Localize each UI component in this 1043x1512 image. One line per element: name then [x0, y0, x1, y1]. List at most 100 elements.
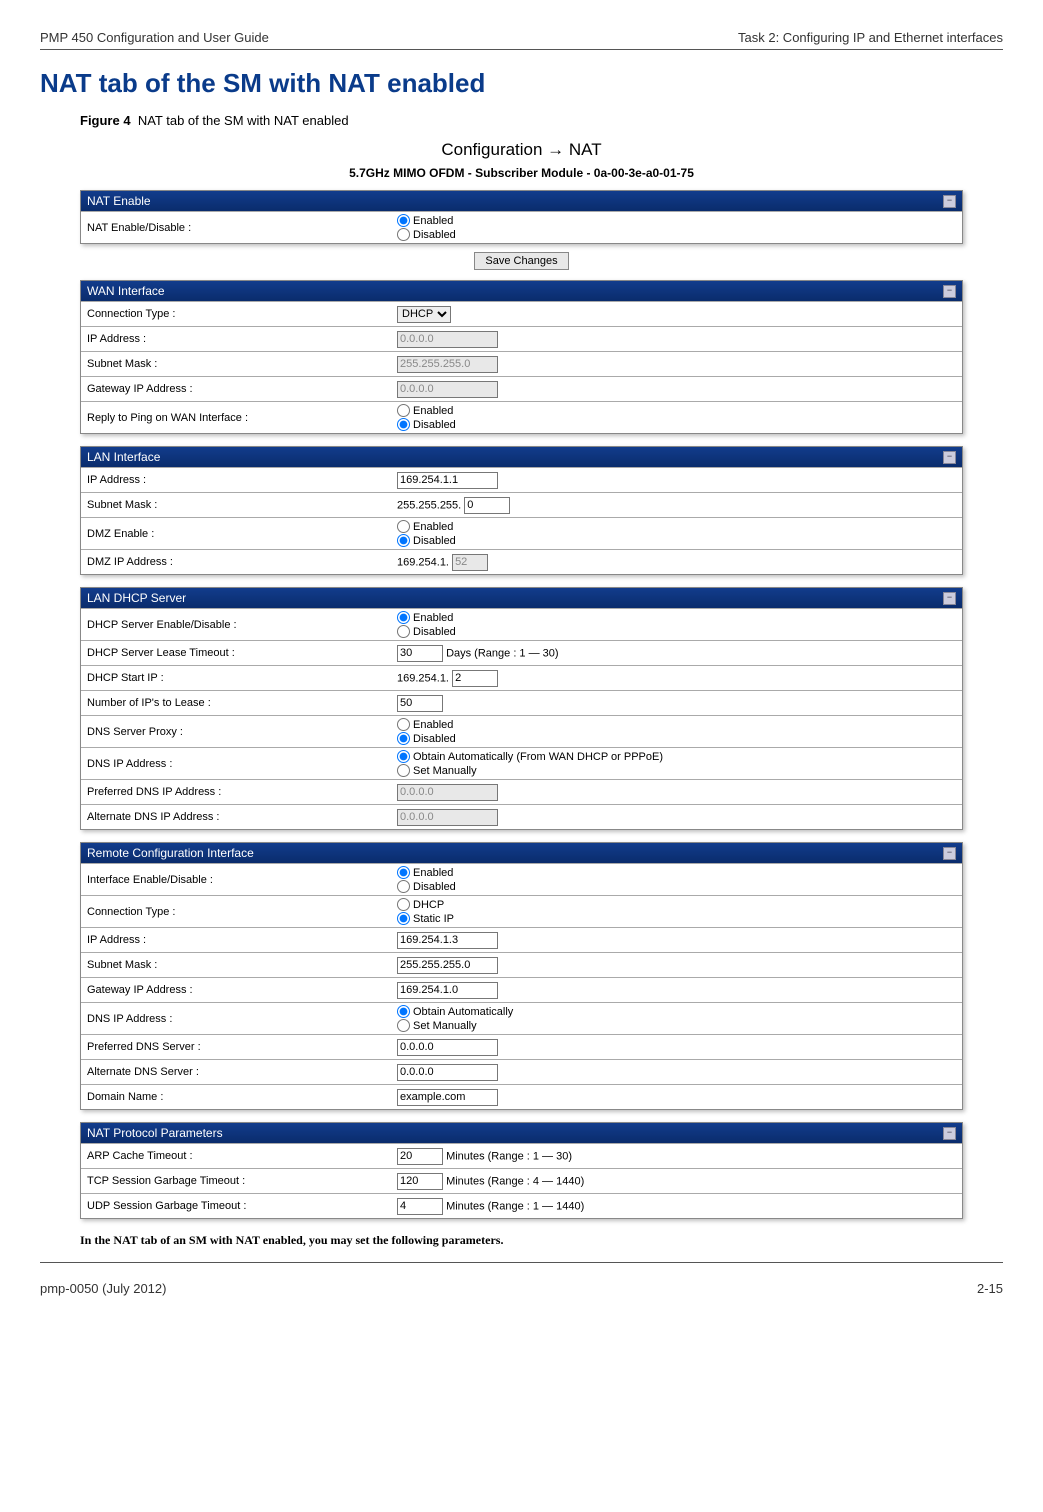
dhcp-enable-label: DHCP Server Enable/Disable :	[87, 619, 397, 631]
collapse-icon[interactable]: −	[943, 285, 956, 298]
nat-enable-label: NAT Enable/Disable :	[87, 222, 397, 234]
radio-icon[interactable]	[397, 214, 410, 227]
rci-gw-input[interactable]	[397, 982, 498, 999]
radio-icon[interactable]	[397, 625, 410, 638]
rci-enabled[interactable]: Enabled	[397, 866, 956, 879]
device-identifier: 5.7GHz MIMO OFDM - Subscriber Module - 0…	[40, 166, 1003, 180]
figure-caption-text: NAT tab of the SM with NAT enabled	[138, 113, 349, 128]
radio-icon[interactable]	[397, 520, 410, 533]
tcp-gc-label: TCP Session Garbage Timeout :	[87, 1175, 397, 1187]
dns-proxy-disabled[interactable]: Disabled	[397, 732, 956, 745]
rci-ip-input[interactable]	[397, 932, 498, 949]
dhcp-num-input[interactable]	[397, 695, 443, 712]
save-changes-button[interactable]: Save Changes	[474, 252, 568, 270]
panel-dhcp-title: LAN DHCP Server	[87, 591, 186, 605]
radio-icon[interactable]	[397, 912, 410, 925]
radio-icon[interactable]	[397, 718, 410, 731]
dmz-enable-label: DMZ Enable :	[87, 528, 397, 540]
nat-enable-disabled[interactable]: Disabled	[397, 228, 956, 241]
rci-enable-label: Interface Enable/Disable :	[87, 874, 397, 886]
radio-icon[interactable]	[397, 534, 410, 547]
dns-proxy-enabled[interactable]: Enabled	[397, 718, 956, 731]
dhcp-lease-input[interactable]	[397, 645, 443, 662]
dns-ip-label: DNS IP Address :	[87, 758, 397, 770]
radio-icon[interactable]	[397, 228, 410, 241]
radio-icon[interactable]	[397, 1005, 410, 1018]
rci-domain-label: Domain Name :	[87, 1091, 397, 1103]
radio-icon[interactable]	[397, 880, 410, 893]
udp-gc-input[interactable]	[397, 1198, 443, 1215]
collapse-icon[interactable]: −	[943, 592, 956, 605]
wan-mask-input[interactable]	[397, 356, 498, 373]
rci-dns-label: DNS IP Address :	[87, 1013, 397, 1025]
rci-pref-dns-input[interactable]	[397, 1039, 498, 1056]
radio-icon[interactable]	[397, 611, 410, 624]
rci-pref-dns-label: Preferred DNS Server :	[87, 1041, 397, 1053]
arp-timeout-label: ARP Cache Timeout :	[87, 1150, 397, 1162]
udp-gc-suffix: Minutes (Range : 1 — 1440)	[446, 1200, 584, 1212]
wan-conn-type-label: Connection Type :	[87, 308, 397, 320]
panel-rci: Remote Configuration Interface− Interfac…	[80, 842, 963, 1110]
rci-conn-label: Connection Type :	[87, 906, 397, 918]
section-heading: NAT tab of the SM with NAT enabled	[40, 68, 1003, 99]
lan-ip-label: IP Address :	[87, 474, 397, 486]
doc-title-left: PMP 450 Configuration and User Guide	[40, 30, 269, 45]
dhcp-lease-label: DHCP Server Lease Timeout :	[87, 647, 397, 659]
body-paragraph: In the NAT tab of an SM with NAT enabled…	[80, 1233, 963, 1248]
collapse-icon[interactable]: −	[943, 847, 956, 860]
radio-icon[interactable]	[397, 1019, 410, 1032]
lan-ip-input[interactable]	[397, 472, 498, 489]
radio-icon[interactable]	[397, 732, 410, 745]
dhcp-enabled[interactable]: Enabled	[397, 611, 956, 624]
dns-proxy-label: DNS Server Proxy :	[87, 726, 397, 738]
panel-nat-title: NAT Enable	[87, 194, 151, 208]
collapse-icon[interactable]: −	[943, 1127, 956, 1140]
rci-disabled[interactable]: Disabled	[397, 880, 956, 893]
arp-timeout-suffix: Minutes (Range : 1 — 30)	[446, 1150, 572, 1162]
radio-icon[interactable]	[397, 418, 410, 431]
radio-icon[interactable]	[397, 764, 410, 777]
panel-lan-title: LAN Interface	[87, 450, 160, 464]
dmz-enabled[interactable]: Enabled	[397, 520, 956, 533]
wan-ping-label: Reply to Ping on WAN Interface :	[87, 412, 397, 424]
rci-conn-static[interactable]: Static IP	[397, 912, 956, 925]
rci-dns-manual[interactable]: Set Manually	[397, 1019, 956, 1032]
wan-ping-disabled[interactable]: Disabled	[397, 418, 956, 431]
radio-icon[interactable]	[397, 750, 410, 763]
collapse-icon[interactable]: −	[943, 195, 956, 208]
rci-ip-label: IP Address :	[87, 934, 397, 946]
lan-mask-label: Subnet Mask :	[87, 499, 397, 511]
dhcp-start-octet[interactable]	[452, 670, 498, 687]
radio-icon[interactable]	[397, 866, 410, 879]
dns-obtain-auto[interactable]: Obtain Automatically (From WAN DHCP or P…	[397, 750, 956, 763]
wan-ip-input[interactable]	[397, 331, 498, 348]
wan-gw-label: Gateway IP Address :	[87, 383, 397, 395]
collapse-icon[interactable]: −	[943, 451, 956, 464]
wan-gw-input[interactable]	[397, 381, 498, 398]
nat-enable-enabled[interactable]: Enabled	[397, 214, 956, 227]
wan-ping-enabled[interactable]: Enabled	[397, 404, 956, 417]
alt-dns-input[interactable]	[397, 809, 498, 826]
panel-wan: WAN Interface− Connection Type :DHCP IP …	[80, 280, 963, 434]
arp-timeout-input[interactable]	[397, 1148, 443, 1165]
wan-conn-type-select[interactable]: DHCP	[397, 306, 451, 323]
dmz-disabled[interactable]: Disabled	[397, 534, 956, 547]
dhcp-num-label: Number of IP's to Lease :	[87, 697, 397, 709]
dhcp-disabled[interactable]: Disabled	[397, 625, 956, 638]
rci-conn-dhcp[interactable]: DHCP	[397, 898, 956, 911]
dmz-ip-octet[interactable]	[452, 554, 488, 571]
panel-proto: NAT Protocol Parameters− ARP Cache Timeo…	[80, 1122, 963, 1219]
rci-alt-dns-input[interactable]	[397, 1064, 498, 1081]
footer-right: 2-15	[977, 1281, 1003, 1296]
tcp-gc-input[interactable]	[397, 1173, 443, 1190]
lan-mask-octet[interactable]	[464, 497, 510, 514]
panel-lan: LAN Interface − IP Address : Subnet Mask …	[80, 446, 963, 575]
dns-set-manual[interactable]: Set Manually	[397, 764, 956, 777]
pref-dns-input[interactable]	[397, 784, 498, 801]
rci-domain-input[interactable]	[397, 1089, 498, 1106]
wan-mask-label: Subnet Mask :	[87, 358, 397, 370]
radio-icon[interactable]	[397, 404, 410, 417]
rci-mask-input[interactable]	[397, 957, 498, 974]
radio-icon[interactable]	[397, 898, 410, 911]
rci-dns-auto[interactable]: Obtain Automatically	[397, 1005, 956, 1018]
